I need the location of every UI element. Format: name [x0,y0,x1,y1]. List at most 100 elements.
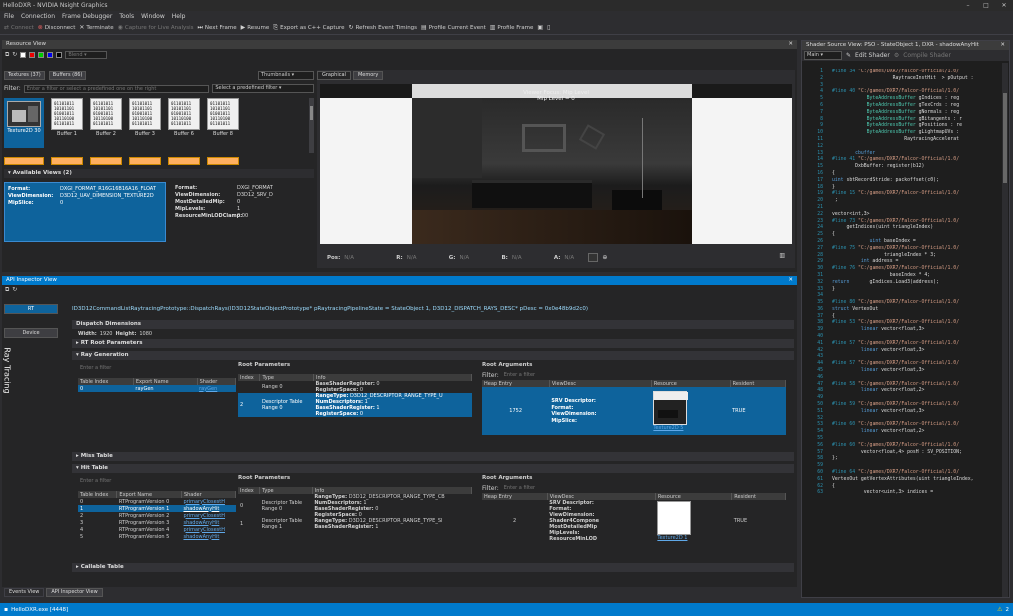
red-channel-swatch[interactable] [29,51,36,58]
available-views-header[interactable]: ▾ Available Views (2) [4,169,314,178]
table-row[interactable]: 3 RTProgramVersion 3 shadowAnyHit [78,519,236,526]
menu-tools[interactable]: Tools [119,11,134,22]
export-button[interactable]: ⎘ Export as C++ Capture [273,25,344,32]
resource-thumbnail[interactable] [657,501,692,535]
maximize-button[interactable]: □ [977,0,995,11]
compile-shader-button[interactable]: Compile Shader [903,52,951,59]
minimize-button[interactable]: – [959,0,977,11]
texture-viewport[interactable]: Viewer Focus: Mip Level Mip Level = 0 [320,84,792,244]
white-channel-swatch[interactable] [20,51,27,58]
table-row[interactable]: 2 SRV Descriptor: Format: ViewDimension: … [482,500,786,542]
table-row[interactable]: 0 rayGen rayGen [78,385,236,392]
tab-api-inspector[interactable]: API Inspector View [46,587,103,597]
tab-memory[interactable]: Memory [352,70,384,80]
view-card-srv[interactable]: Format: DXGI_FORMAT ViewDimension: D3D12_S… [172,182,296,242]
callable-table-header[interactable]: ▸ Callable Table [72,563,794,572]
refresh-button[interactable]: ↻ Refresh Event Timings [349,25,418,32]
table-row[interactable]: 0 RTProgramVersion 0 primaryClosestH [78,498,236,505]
hit-filter-input[interactable] [78,477,228,485]
table-row[interactable]: 2 RTProgramVersion 2 primaryClosestH [78,512,236,519]
buffer-thumbnail-6[interactable]: 01101011 10101101 01001011 10110100 0110… [168,98,200,137]
resource-link[interactable]: Texture2D 1 [657,535,687,541]
dispatch-dimensions-header[interactable]: Dispatch Dimensions [72,320,794,329]
tab-events-view[interactable]: Events View [4,587,45,597]
buffer-thumbnail-8[interactable]: 01101011 10101101 01001011 10110100 0110… [207,98,239,137]
raygen-filter-input[interactable] [78,364,228,372]
table-row[interactable]: 1752 SRV Descriptor: Format: ViewDimensio… [482,387,786,435]
menu-help[interactable]: Help [172,11,186,22]
copy-icon[interactable]: ⧉ [5,51,9,58]
target-icon[interactable]: ⊕ [602,254,607,261]
menu-frame-debugger[interactable]: Frame Debugger [62,11,112,22]
blend-dropdown[interactable]: Blend ▾ [65,50,108,59]
green-channel-swatch[interactable] [38,51,45,58]
copy-icon[interactable]: ⧉ [5,287,9,293]
table-row[interactable]: 1 RTProgramVersion 1 shadowAnyHit [78,505,236,512]
table-row[interactable]: 4 RTProgramVersion 4 primaryClosestH [78,526,236,533]
resource-filter-input[interactable] [23,84,210,93]
tab-textures[interactable]: Textures (37) [4,70,45,80]
thumbnail-partial[interactable] [51,157,83,165]
close-icon[interactable]: ✕ [788,40,793,49]
table-row[interactable]: 1 Descriptor Table Range 1 RangeType: D3D… [238,518,472,530]
resource-link[interactable]: Texture2D 5 [653,425,683,431]
thumbnail-partial[interactable] [129,157,161,165]
thumbnail-partial[interactable] [4,157,44,165]
shader-link[interactable]: primaryClosestH [183,499,225,505]
warning-icon[interactable]: ⚠ [997,606,1002,613]
code-editor[interactable]: 1 2 3 4 5 6 7 8 9 10 11 12 13 14 15 16 17 18 19 20 21 22 23 24 2… [802,63,1002,597]
rt-button[interactable]: RT [4,304,58,314]
histogram-icon[interactable]: ▥ [779,253,785,259]
save-layout-button[interactable]: ▯ [547,25,550,31]
refresh-icon[interactable]: ↻ [12,287,17,293]
hit-table-header[interactable]: ▾ Hit Table [72,464,794,473]
edit-shader-button[interactable]: Edit Shader [855,52,890,59]
terminate-button[interactable]: ✕ Terminate [79,25,113,32]
blue-channel-swatch[interactable] [47,51,54,58]
resource-thumbnail[interactable] [653,391,689,425]
rt-root-params-header[interactable]: ▸ RT Root Parameters [72,339,794,348]
menu-connection[interactable]: Connection [21,11,55,22]
profile-frame-button[interactable]: ▥ Profile Frame [490,25,534,32]
connect-button[interactable]: ⇄ Connect [4,25,34,32]
device-button[interactable]: Device [4,328,58,338]
code-scrollbar[interactable] [1002,63,1008,597]
capture-button[interactable]: ◉ Capture for Live Analysis [118,25,194,32]
shader-link[interactable]: rayGen [199,386,217,392]
table-row[interactable]: 5 RTProgramVersion 5 shadowAnyHit [78,533,236,540]
thumbnail-scrollbar[interactable] [309,98,314,153]
close-button[interactable]: ✕ [995,0,1013,11]
texture-thumbnail[interactable]: Texture2D 30 [4,98,44,148]
scrollbar-thumb[interactable] [1003,93,1007,183]
disconnect-button[interactable]: ⊗ Disconnect [38,25,76,32]
miss-table-header[interactable]: ▸ Miss Table [72,452,794,461]
tab-graphical[interactable]: Graphical [317,70,351,80]
layout-button[interactable]: ▣ [537,25,543,31]
close-icon[interactable]: ✕ [1000,41,1005,50]
shader-link[interactable]: shadowAnyHit [183,506,219,512]
thumbnail-partial[interactable] [90,157,122,165]
buffer-thumbnail-1[interactable]: 01101011 10101101 01001011 10110100 0110… [51,98,83,137]
shader-link[interactable]: primaryClosestH [183,513,225,519]
table-row[interactable]: Range 0 BaseShaderRegister: 0 RegisterSpa… [238,381,472,393]
view-card-uav[interactable]: Format: DXGI_FORMAT_R16G16B16A16_FLOAT Vi… [4,182,166,242]
shader-link[interactable]: shadowAnyHit [183,534,219,540]
refresh-icon[interactable]: ↻ [12,51,17,58]
menu-file[interactable]: File [4,11,14,22]
profile-current-button[interactable]: ▤ Profile Current Event [421,25,486,32]
next-frame-button[interactable]: ⏭ Next Frame [198,25,237,32]
close-icon[interactable]: ✕ [788,276,793,285]
scrollbar-thumb[interactable] [310,106,313,120]
shader-link[interactable]: shadowAnyHit [183,520,219,526]
resume-button[interactable]: ▶ Resume [241,25,270,32]
thumbnail-partial[interactable] [207,157,239,165]
thumbnail-partial[interactable] [168,157,200,165]
table-row[interactable]: 0 Descriptor Table Range 0 RangeType: D3D… [238,494,472,518]
buffer-thumbnail-3[interactable]: 01101011 10101101 01001011 10110100 0110… [129,98,161,137]
table-row[interactable]: 2 Descriptor Table Range 0 RangeType: D3D… [238,393,472,417]
alpha-channel-swatch[interactable] [56,51,63,58]
predefined-filter-dropdown[interactable]: Select a predefined filter ▾ [212,84,314,93]
shader-entry-dropdown[interactable]: Main ▾ [804,51,842,60]
view-mode-dropdown[interactable]: Thumbnails ▾ [258,70,314,80]
root-args-filter-input[interactable] [501,372,652,379]
